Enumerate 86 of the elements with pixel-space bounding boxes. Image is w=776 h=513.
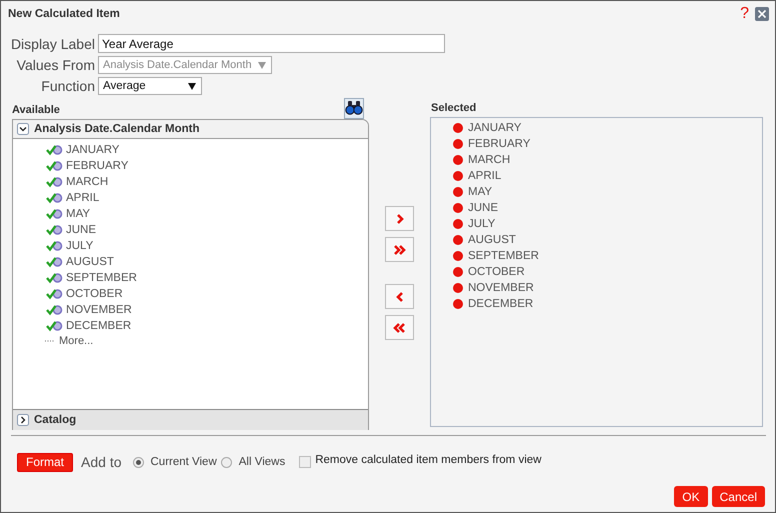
member-item[interactable]: MAY <box>66 208 90 220</box>
caret-icon <box>188 82 196 90</box>
radio-button[interactable] <box>220 456 232 468</box>
bullet-icon <box>453 171 463 181</box>
section-heading: Available <box>12 104 60 118</box>
bullet-icon <box>453 251 463 261</box>
bullet-icon <box>453 203 463 213</box>
member-item[interactable]: DECEMBER <box>468 298 534 310</box>
member-item[interactable]: JULY <box>66 240 94 252</box>
bullet-icon <box>453 187 463 197</box>
check-circle-icon <box>46 160 63 172</box>
bullet-icon <box>453 299 463 309</box>
bullet-icon <box>453 219 463 229</box>
check-circle-icon <box>46 176 63 188</box>
double-chevron-icon <box>392 242 406 256</box>
add-to-label: Add to <box>81 454 122 470</box>
check-circle-icon <box>46 144 63 156</box>
checkbox-label: Remove calculated item members from view <box>315 454 542 466</box>
check-circle-icon <box>46 224 63 236</box>
member-item[interactable]: MAY <box>468 186 492 198</box>
field-label: Function <box>41 78 95 94</box>
member-item[interactable]: MARCH <box>66 176 108 188</box>
member-item[interactable]: FEBRUARY <box>66 160 128 172</box>
help-button[interactable]: ? <box>740 4 749 22</box>
member-item[interactable]: APRIL <box>468 170 502 182</box>
function-dropdown[interactable]: Average <box>98 77 202 95</box>
member-item[interactable]: NOVEMBER <box>468 282 534 294</box>
add-all-button[interactable] <box>385 237 414 262</box>
member-item[interactable]: OCTOBER <box>468 266 525 278</box>
bullet-icon <box>453 123 463 133</box>
check-circle-icon <box>46 304 63 316</box>
member-item[interactable]: JANUARY <box>66 144 120 156</box>
dialog-title: New Calculated Item <box>8 8 121 20</box>
check-circle-icon <box>46 272 63 284</box>
radio-button[interactable] <box>132 456 144 468</box>
check-circle-icon <box>46 208 63 220</box>
bullet-icon <box>453 139 463 149</box>
tree-group-header[interactable]: Analysis Date.Calendar Month <box>13 120 368 139</box>
bullet-icon <box>453 155 463 165</box>
field-label: Display Label <box>10 36 95 52</box>
close-icon[interactable] <box>755 6 769 20</box>
bullet-icon <box>453 235 463 245</box>
chevron-icon <box>396 212 404 226</box>
double-chevron-icon <box>392 320 406 334</box>
more-link[interactable]: More... <box>59 335 94 347</box>
dialog-button[interactable]: Cancel <box>712 486 765 507</box>
member-item[interactable]: MARCH <box>468 154 510 166</box>
member-item[interactable]: JANUARY <box>468 122 522 134</box>
member-item[interactable]: AUGUST <box>66 256 114 268</box>
member-item[interactable]: OCTOBER <box>66 288 123 300</box>
radio-label: Current View <box>150 456 217 468</box>
check-circle-icon <box>46 288 63 300</box>
dotted-line-icon <box>45 340 55 342</box>
bullet-icon <box>453 267 463 277</box>
member-item[interactable]: JUNE <box>468 202 498 214</box>
radio-label: All Views <box>238 456 286 468</box>
caret-icon <box>258 62 266 68</box>
bullet-icon <box>453 283 463 293</box>
member-item[interactable]: SEPTEMBER <box>66 272 137 284</box>
expand-icon[interactable] <box>17 414 29 426</box>
display-label-field[interactable]: Year Average <box>98 34 445 53</box>
check-circle-icon <box>46 240 63 252</box>
section-heading: Selected <box>431 102 476 116</box>
collapse-icon[interactable] <box>17 123 29 135</box>
remove-all-button[interactable] <box>385 315 414 340</box>
member-item[interactable]: NOVEMBER <box>66 304 132 316</box>
check-circle-icon <box>46 256 63 268</box>
member-item[interactable]: JUNE <box>66 224 96 236</box>
member-item[interactable]: SEPTEMBER <box>468 250 539 262</box>
member-item[interactable]: AUGUST <box>468 234 516 246</box>
member-item[interactable]: DECEMBER <box>66 320 132 332</box>
add-button[interactable] <box>385 206 414 231</box>
binoculars-icon <box>345 99 363 116</box>
format-button[interactable]: Format <box>17 452 74 472</box>
member-item[interactable]: JULY <box>468 218 496 230</box>
check-circle-icon <box>46 320 63 332</box>
field-label: Values From <box>16 57 95 73</box>
check-circle-icon <box>46 192 63 204</box>
checkbox[interactable] <box>299 456 312 468</box>
chevron-icon <box>396 290 404 304</box>
tree-group-header[interactable]: Catalog <box>13 409 368 430</box>
member-item[interactable]: APRIL <box>66 192 100 204</box>
search-button[interactable] <box>344 98 364 119</box>
member-item[interactable]: FEBRUARY <box>468 138 530 150</box>
remove-button[interactable] <box>385 284 414 309</box>
dialog-button[interactable]: OK <box>674 486 708 507</box>
